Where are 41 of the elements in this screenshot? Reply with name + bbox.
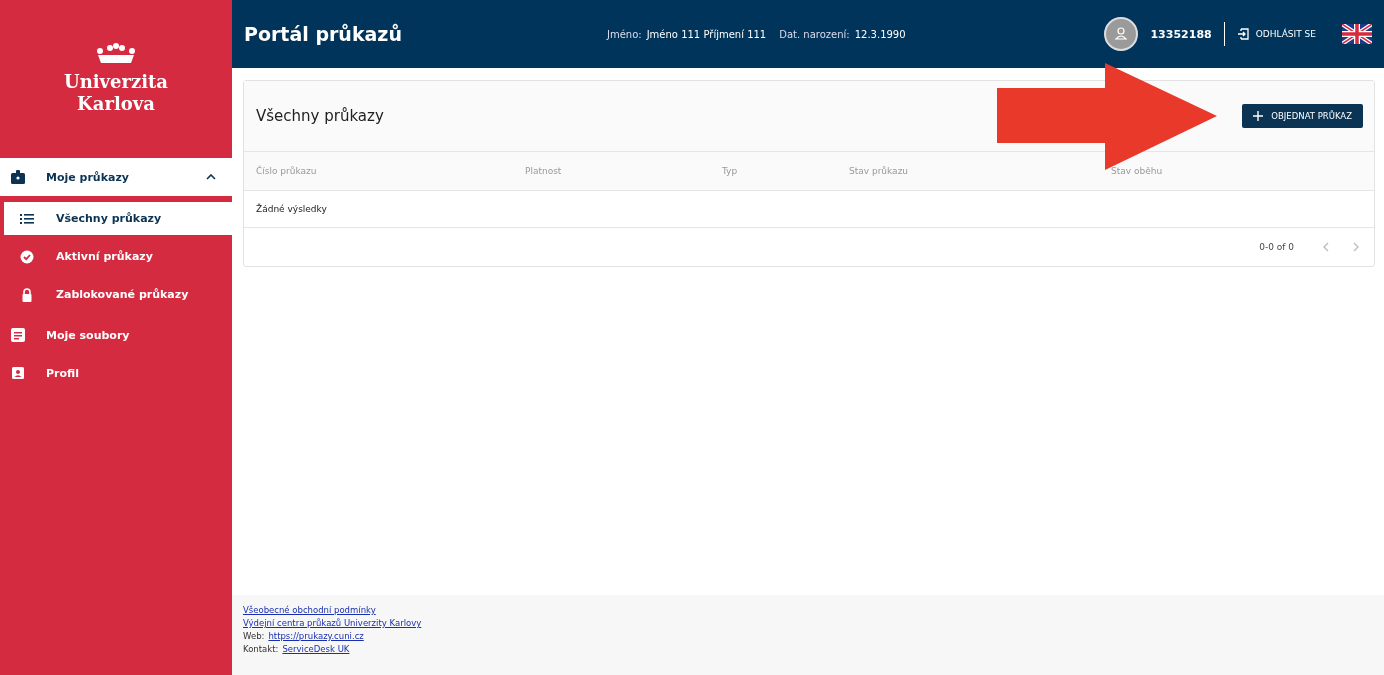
footer-link[interactable]: Výdejní centra průkazů Univerzity Karlovy	[243, 618, 422, 628]
footer-link[interactable]: https://prukazy.cuni.cz	[268, 631, 364, 641]
list-icon	[20, 211, 34, 226]
pagination-range: 0-0 of 0	[1259, 242, 1294, 252]
nav-subitem[interactable]: Zablokované průkazy	[4, 278, 232, 311]
name-value: Jméno 111 Příjmení 111	[646, 28, 767, 40]
column-header: Typ	[722, 166, 739, 176]
nav-subitem[interactable]: Všechny průkazy	[4, 202, 232, 235]
footer-link[interactable]: ServiceDesk UK	[282, 644, 350, 654]
column-header: Stav oběhu	[1111, 166, 1164, 176]
logo-text: Univerzita Karlova	[63, 71, 169, 115]
check-circle-icon	[20, 249, 34, 264]
order-card-button[interactable]: OBJEDNAT PRŮKAZ	[1242, 104, 1363, 128]
flag-icon[interactable]	[1342, 24, 1372, 44]
column-header: Číslo průkazu	[256, 166, 318, 176]
nav-item[interactable]: Moje průkazy	[0, 158, 232, 196]
chevron-icon	[206, 174, 216, 180]
person-card-icon	[10, 365, 26, 381]
name-label: Jméno:	[607, 28, 642, 40]
nav-subitem[interactable]: Aktivní průkazy	[4, 240, 232, 273]
page-title: Portál průkazů	[244, 23, 403, 45]
document-icon	[10, 327, 26, 343]
avatar-icon[interactable]	[1104, 17, 1139, 51]
id-badge-icon	[10, 169, 26, 185]
user-id: 13352188	[1150, 27, 1212, 41]
logout-button[interactable]: ODHLÁSIT SE	[1236, 28, 1316, 40]
plus-icon	[1253, 111, 1264, 121]
footer-label: Kontakt:	[243, 644, 279, 654]
birth-date-value: 12.3.1990	[854, 28, 906, 40]
empty-message: Žádné výsledky	[256, 204, 327, 214]
column-header: Platnost	[525, 166, 563, 176]
footer-label: Web:	[243, 631, 265, 641]
nav-item[interactable]: Profil	[0, 354, 232, 392]
birth-date-label: Dat. narození:	[779, 28, 850, 40]
column-header: Stav průkazu	[849, 166, 910, 176]
nav-item[interactable]: Moje soubory	[0, 316, 232, 354]
crown-icon	[94, 43, 138, 65]
lock-icon	[20, 287, 34, 302]
card-title: Všechny průkazy	[256, 107, 384, 125]
logout-icon	[1236, 28, 1249, 40]
footer-link[interactable]: Všeobecné obchodní podmínky	[243, 605, 376, 615]
